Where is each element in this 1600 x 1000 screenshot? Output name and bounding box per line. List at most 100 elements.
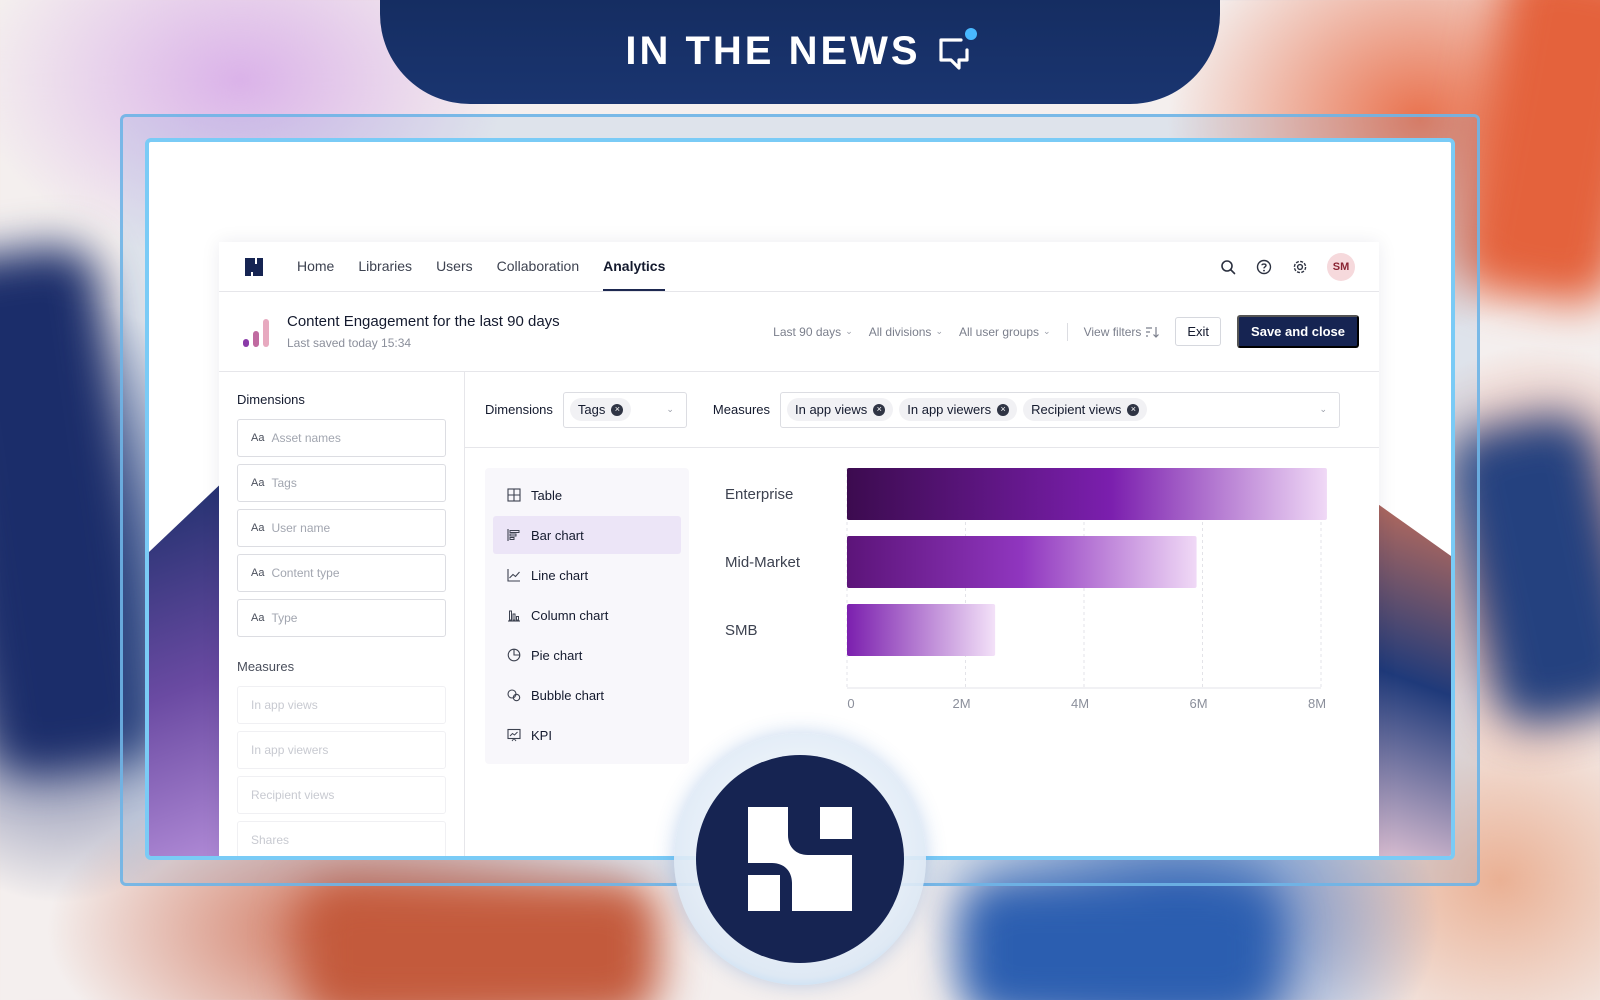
measures-picker-label: Measures: [712, 402, 770, 417]
chevron-down-icon: ⌄: [935, 326, 943, 336]
field-label: Content type: [271, 566, 340, 580]
nav-users[interactable]: Users: [436, 242, 473, 291]
save-and-close-button[interactable]: Save and close: [1237, 315, 1359, 348]
user-groups-filter[interactable]: All user groups ⌄: [959, 325, 1051, 339]
field-label: Tags: [271, 476, 297, 490]
dimensions-picker[interactable]: Tags × ⌄: [562, 391, 687, 428]
chart-type-label: Bubble chart: [531, 687, 604, 703]
x-tick-label: 0: [847, 696, 854, 711]
banner-title-text: IN THE NEWS: [625, 29, 921, 73]
line-chart-icon: [507, 569, 520, 582]
remove-chip-icon[interactable]: ×: [873, 403, 886, 416]
brand-logo-badge: [674, 733, 926, 985]
divisions-label: All divisions: [868, 324, 932, 339]
measure-chip[interactable]: In app views ×: [787, 398, 894, 421]
chevron-down-icon[interactable]: ⌄: [1319, 404, 1333, 415]
report-title: Content Engagement for the last 90 days: [287, 313, 560, 330]
remove-chip-icon[interactable]: ×: [997, 403, 1010, 416]
chevron-down-icon[interactable]: ⌄: [666, 404, 680, 415]
bar-chart-icon: [507, 529, 520, 541]
chart-category-labels: Enterprise Mid-Market SMB: [725, 486, 801, 639]
dimension-field[interactable]: Aa Tags: [237, 464, 446, 502]
nav-actions: SM: [1219, 252, 1355, 281]
view-filters-label: View filters: [1083, 324, 1142, 339]
x-tick-label: 2M: [952, 696, 970, 711]
dimension-field[interactable]: Aa Type: [237, 599, 446, 637]
bar-smb[interactable]: [847, 604, 996, 656]
report-header: Content Engagement for the last 90 days …: [219, 292, 1379, 372]
chart-type-label: Line chart: [531, 567, 589, 583]
measure-field[interactable]: Recipient views: [237, 776, 446, 814]
chart-axis-ticks: 0 2M 4M 6M 8M: [847, 696, 1326, 711]
field-label: Asset names: [271, 431, 341, 445]
text-type-icon: Aa: [251, 432, 265, 444]
search-icon[interactable]: [1219, 258, 1237, 276]
chart-type-bubble[interactable]: Bubble chart: [493, 676, 681, 714]
bar-mid-market[interactable]: [847, 536, 1197, 588]
bar-enterprise[interactable]: [847, 468, 1327, 520]
table-icon: [507, 488, 521, 502]
exit-button[interactable]: Exit: [1175, 317, 1222, 346]
chart-type-table[interactable]: Table: [493, 476, 681, 514]
chart-type-label: Column chart: [531, 607, 609, 623]
field-label: User name: [271, 521, 331, 535]
x-tick-label: 8M: [1308, 696, 1326, 711]
chart-type-column[interactable]: Column chart: [493, 596, 681, 634]
dimension-field[interactable]: Aa Content type: [237, 554, 446, 592]
remove-chip-icon[interactable]: ×: [1127, 403, 1140, 416]
x-tick-label: 6M: [1189, 696, 1207, 711]
measures-picker[interactable]: In app views × In app viewers × Recipient …: [780, 391, 1340, 428]
measure-field[interactable]: Shares: [237, 821, 446, 856]
field-label: Type: [271, 611, 298, 625]
chart-bars: [847, 468, 1327, 656]
measure-chip[interactable]: In app viewers ×: [899, 398, 1018, 421]
category-label: SMB: [725, 622, 758, 639]
last-saved: Last saved today 15:34: [287, 336, 412, 350]
settings-icon[interactable]: [1291, 258, 1309, 276]
banner-title: IN THE NEWS: [625, 27, 977, 74]
report-main: Dimensions Tags × ⌄ Measures In app views…: [465, 372, 1379, 856]
chart-type-label: Pie chart: [531, 647, 583, 663]
app-logo[interactable]: [243, 256, 265, 278]
chart-type-line[interactable]: Line chart: [493, 556, 681, 594]
brand-logo-circle: [696, 755, 904, 963]
measure-field[interactable]: In app viewers: [237, 731, 446, 769]
measure-field[interactable]: In app views: [237, 686, 446, 724]
nav-home[interactable]: Home: [297, 242, 334, 291]
text-type-icon: Aa: [251, 612, 265, 624]
chart-type-kpi[interactable]: KPI: [493, 716, 681, 754]
report-filters: Last 90 days ⌄ All divisions ⌄ All user gr…: [773, 315, 1359, 348]
nav-libraries[interactable]: Libraries: [358, 242, 412, 291]
chart-type-list: Table Bar chart Line chart Column chart: [485, 468, 689, 764]
text-type-icon: Aa: [251, 477, 265, 489]
user-groups-label: All user groups: [958, 324, 1040, 339]
chip-label: In app viewers: [907, 402, 992, 417]
report-chart-icon: [243, 318, 269, 347]
user-avatar[interactable]: SM: [1327, 252, 1355, 281]
fields-sidebar: Dimensions Aa Asset names Aa Tags Aa User n…: [219, 372, 465, 856]
chat-notification-icon: [935, 27, 977, 72]
date-range-filter[interactable]: Last 90 days ⌄: [773, 325, 853, 339]
dimension-chip[interactable]: Tags ×: [569, 398, 632, 421]
divisions-filter[interactable]: All divisions ⌄: [869, 325, 943, 339]
background-shape: [300, 880, 660, 1000]
view-filters-button[interactable]: View filters: [1084, 325, 1160, 339]
chart-type-label: Table: [531, 487, 563, 503]
nav-analytics[interactable]: Analytics: [603, 242, 666, 291]
help-icon[interactable]: [1255, 258, 1273, 276]
frame-decoration: [149, 476, 229, 856]
measure-chip[interactable]: Recipient views ×: [1023, 398, 1148, 421]
remove-chip-icon[interactable]: ×: [611, 403, 624, 416]
text-type-icon: Aa: [251, 522, 265, 534]
chart-type-pie[interactable]: Pie chart: [493, 636, 681, 674]
nav-collaboration[interactable]: Collaboration: [497, 242, 580, 291]
chart-type-bar[interactable]: Bar chart: [493, 516, 681, 554]
top-nav: Home Libraries Users Collaboration Analy…: [219, 242, 1379, 292]
date-range-label: Last 90 days: [773, 324, 842, 339]
dimension-field[interactable]: Aa Asset names: [237, 419, 446, 457]
category-label: Mid-Market: [725, 554, 801, 571]
measures-heading: Measures: [237, 659, 295, 674]
dimension-field[interactable]: Aa User name: [237, 509, 446, 547]
chip-label: Recipient views: [1031, 402, 1122, 417]
sort-filter-icon: [1146, 326, 1160, 338]
